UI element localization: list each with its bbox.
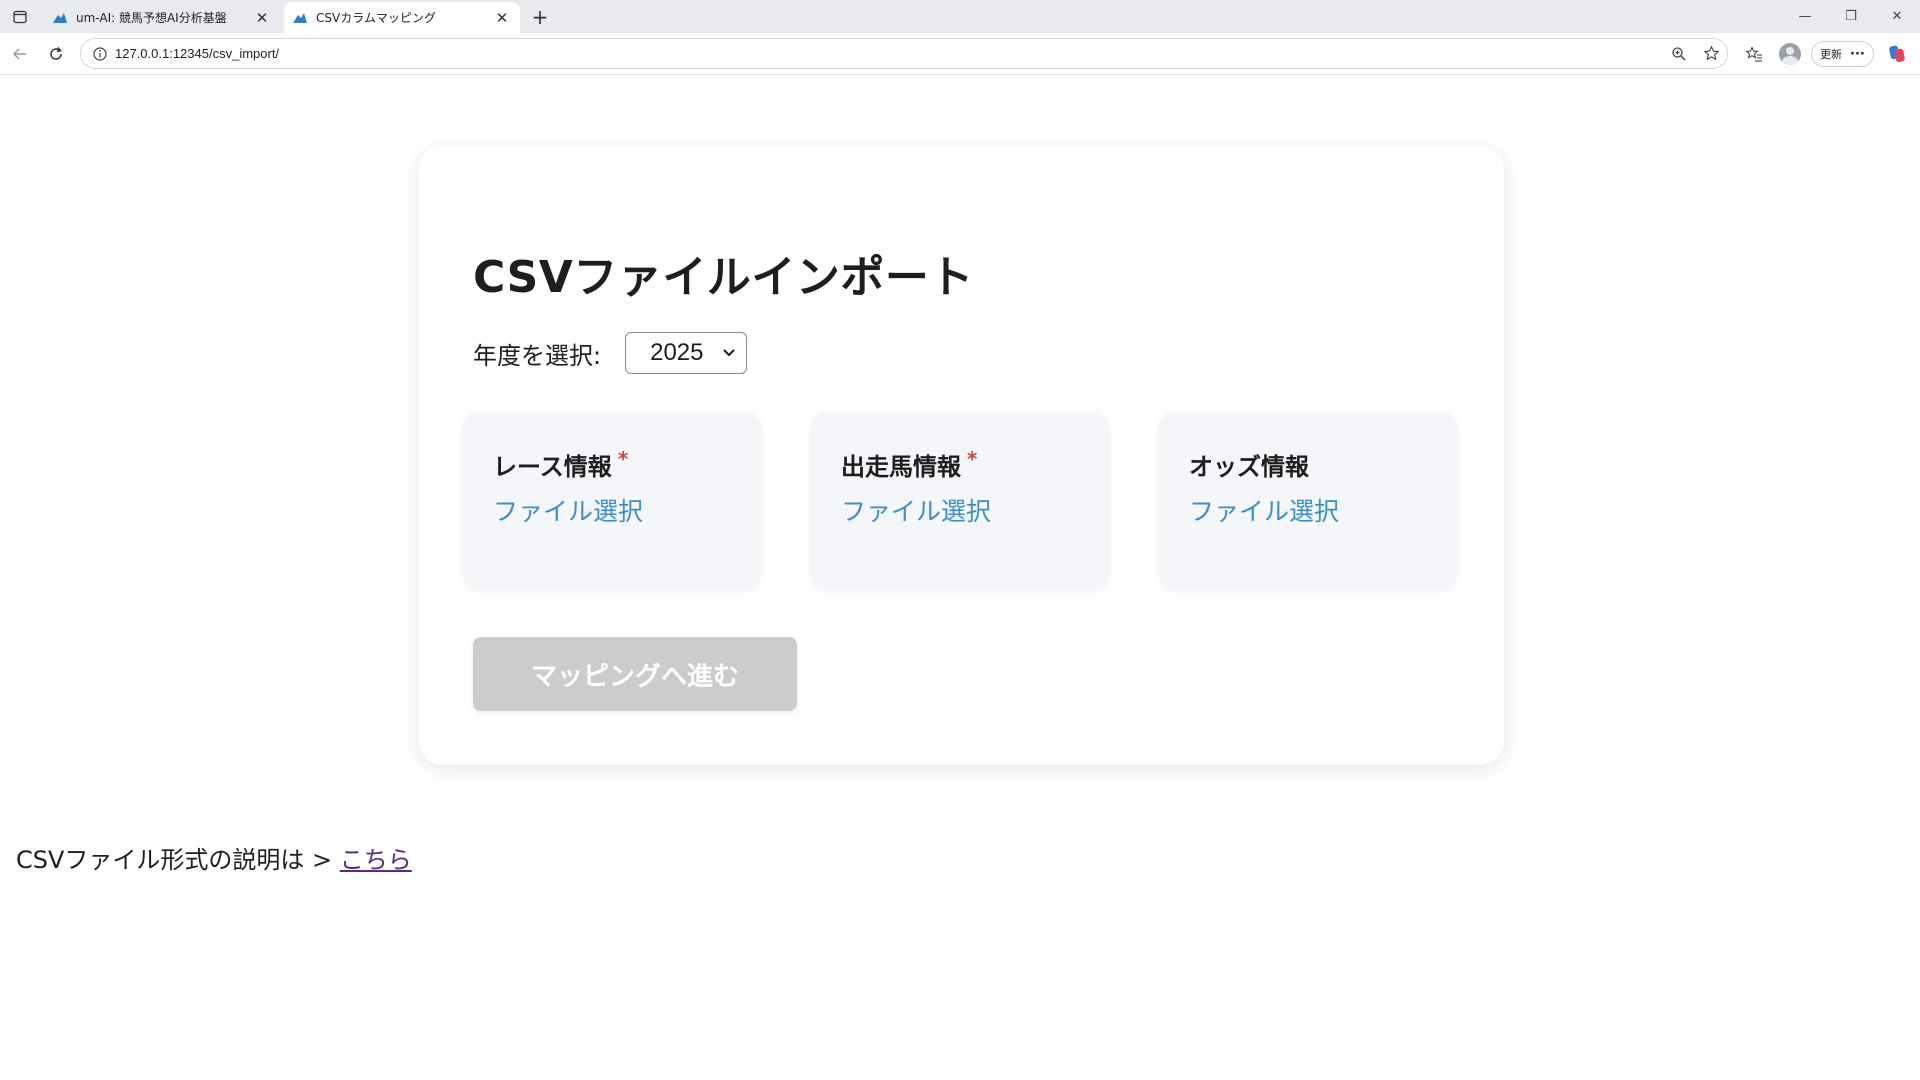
plus-icon: +: [531, 5, 549, 29]
reload-button[interactable]: [42, 40, 70, 68]
close-icon[interactable]: ✕: [252, 8, 272, 28]
horse-logo-icon: [292, 10, 308, 26]
tab-csv-mapping[interactable]: CSVカラムマッピング ✕: [284, 2, 520, 33]
arrow-left-icon: [12, 48, 26, 60]
upload-label: 出走馬情報 *: [841, 447, 977, 482]
year-selected-value: 2025: [650, 339, 704, 366]
restore-icon: ❐: [1845, 9, 1857, 24]
update-button[interactable]: 更新 ···: [1811, 41, 1874, 67]
close-icon[interactable]: ✕: [492, 8, 512, 28]
tab-strip: um-AI: 競馬予想AI分析基盤 ✕ CSVカラムマッピング ✕ + — ❐ …: [0, 0, 1920, 33]
avatar: [1779, 43, 1801, 65]
star-icon[interactable]: [1695, 40, 1727, 68]
favorites-button[interactable]: [1739, 40, 1769, 68]
tab-actions-button[interactable]: [8, 6, 32, 28]
minimize-icon: —: [1798, 9, 1812, 24]
restore-button[interactable]: ❐: [1828, 0, 1874, 33]
file-select-button[interactable]: ファイル選択: [1189, 492, 1339, 528]
back-button[interactable]: [6, 40, 34, 68]
help-link[interactable]: こちら: [340, 846, 412, 874]
update-label: 更新: [1820, 48, 1842, 61]
tab-um-ai[interactable]: um-AI: 競馬予想AI分析基盤 ✕: [44, 2, 280, 33]
import-card: CSVファイルインポート 年度を選択: 2025 レース情報 * ファイル選択 …: [419, 146, 1504, 765]
upload-label: レース情報 *: [493, 447, 628, 482]
year-select[interactable]: 2025: [625, 332, 748, 374]
horse-logo-icon: [52, 10, 68, 26]
page-title: CSVファイルインポート: [473, 252, 974, 303]
required-mark: *: [967, 447, 978, 471]
upload-label: オッズ情報: [1189, 447, 1309, 482]
upload-label-text: レース情報: [493, 453, 612, 481]
reload-icon: [50, 47, 62, 60]
profile-button[interactable]: [1775, 40, 1805, 68]
address-url[interactable]: 127.0.0.1:12345/csv_import/: [115, 46, 1663, 61]
address-bar[interactable]: 127.0.0.1:12345/csv_import/: [80, 38, 1728, 69]
help-text: CSVファイル形式の説明は >: [16, 846, 340, 874]
browser-toolbar: 127.0.0.1:12345/csv_import/ 更新 ···: [0, 33, 1920, 75]
required-mark: *: [617, 447, 629, 471]
copilot-icon: [1889, 45, 1905, 63]
upload-label-text: 出走馬情報: [841, 453, 961, 481]
tab-title: CSVカラムマッピング: [316, 11, 436, 25]
upload-label-text: オッズ情報: [1189, 453, 1309, 481]
upload-odds-info: オッズ情報 ファイル選択: [1159, 413, 1457, 588]
year-selector-row: 年度を選択: 2025: [473, 332, 748, 374]
upload-runner-info: 出走馬情報 * ファイル選択: [811, 413, 1109, 588]
tab-title: um-AI: 競馬予想AI分析基盤: [76, 11, 227, 25]
zoom-icon[interactable]: [1663, 40, 1695, 68]
format-help-line: CSVファイル形式の説明は > こちら: [16, 840, 412, 875]
minimize-button[interactable]: —: [1782, 0, 1828, 33]
window-controls: — ❐ ✕: [1782, 0, 1920, 33]
sidebar-tabs-icon: [13, 10, 27, 24]
new-tab-button[interactable]: +: [526, 4, 554, 30]
file-select-button[interactable]: ファイル選択: [493, 492, 643, 528]
proceed-to-mapping-button[interactable]: マッピングへ進む: [473, 637, 797, 711]
file-select-button[interactable]: ファイル選択: [841, 492, 991, 528]
page-viewport: CSVファイルインポート 年度を選択: 2025 レース情報 * ファイル選択 …: [4, 76, 1916, 1076]
chevron-down-icon: [723, 349, 735, 357]
info-icon[interactable]: [85, 46, 115, 61]
close-window-button[interactable]: ✕: [1874, 0, 1920, 33]
more-icon[interactable]: ···: [1850, 47, 1865, 62]
upload-race-info: レース情報 * ファイル選択: [463, 413, 761, 588]
copilot-button[interactable]: [1882, 40, 1912, 68]
close-icon: ✕: [1891, 9, 1903, 24]
year-label: 年度を選択:: [473, 341, 602, 370]
favorites-icon: [1745, 46, 1762, 62]
